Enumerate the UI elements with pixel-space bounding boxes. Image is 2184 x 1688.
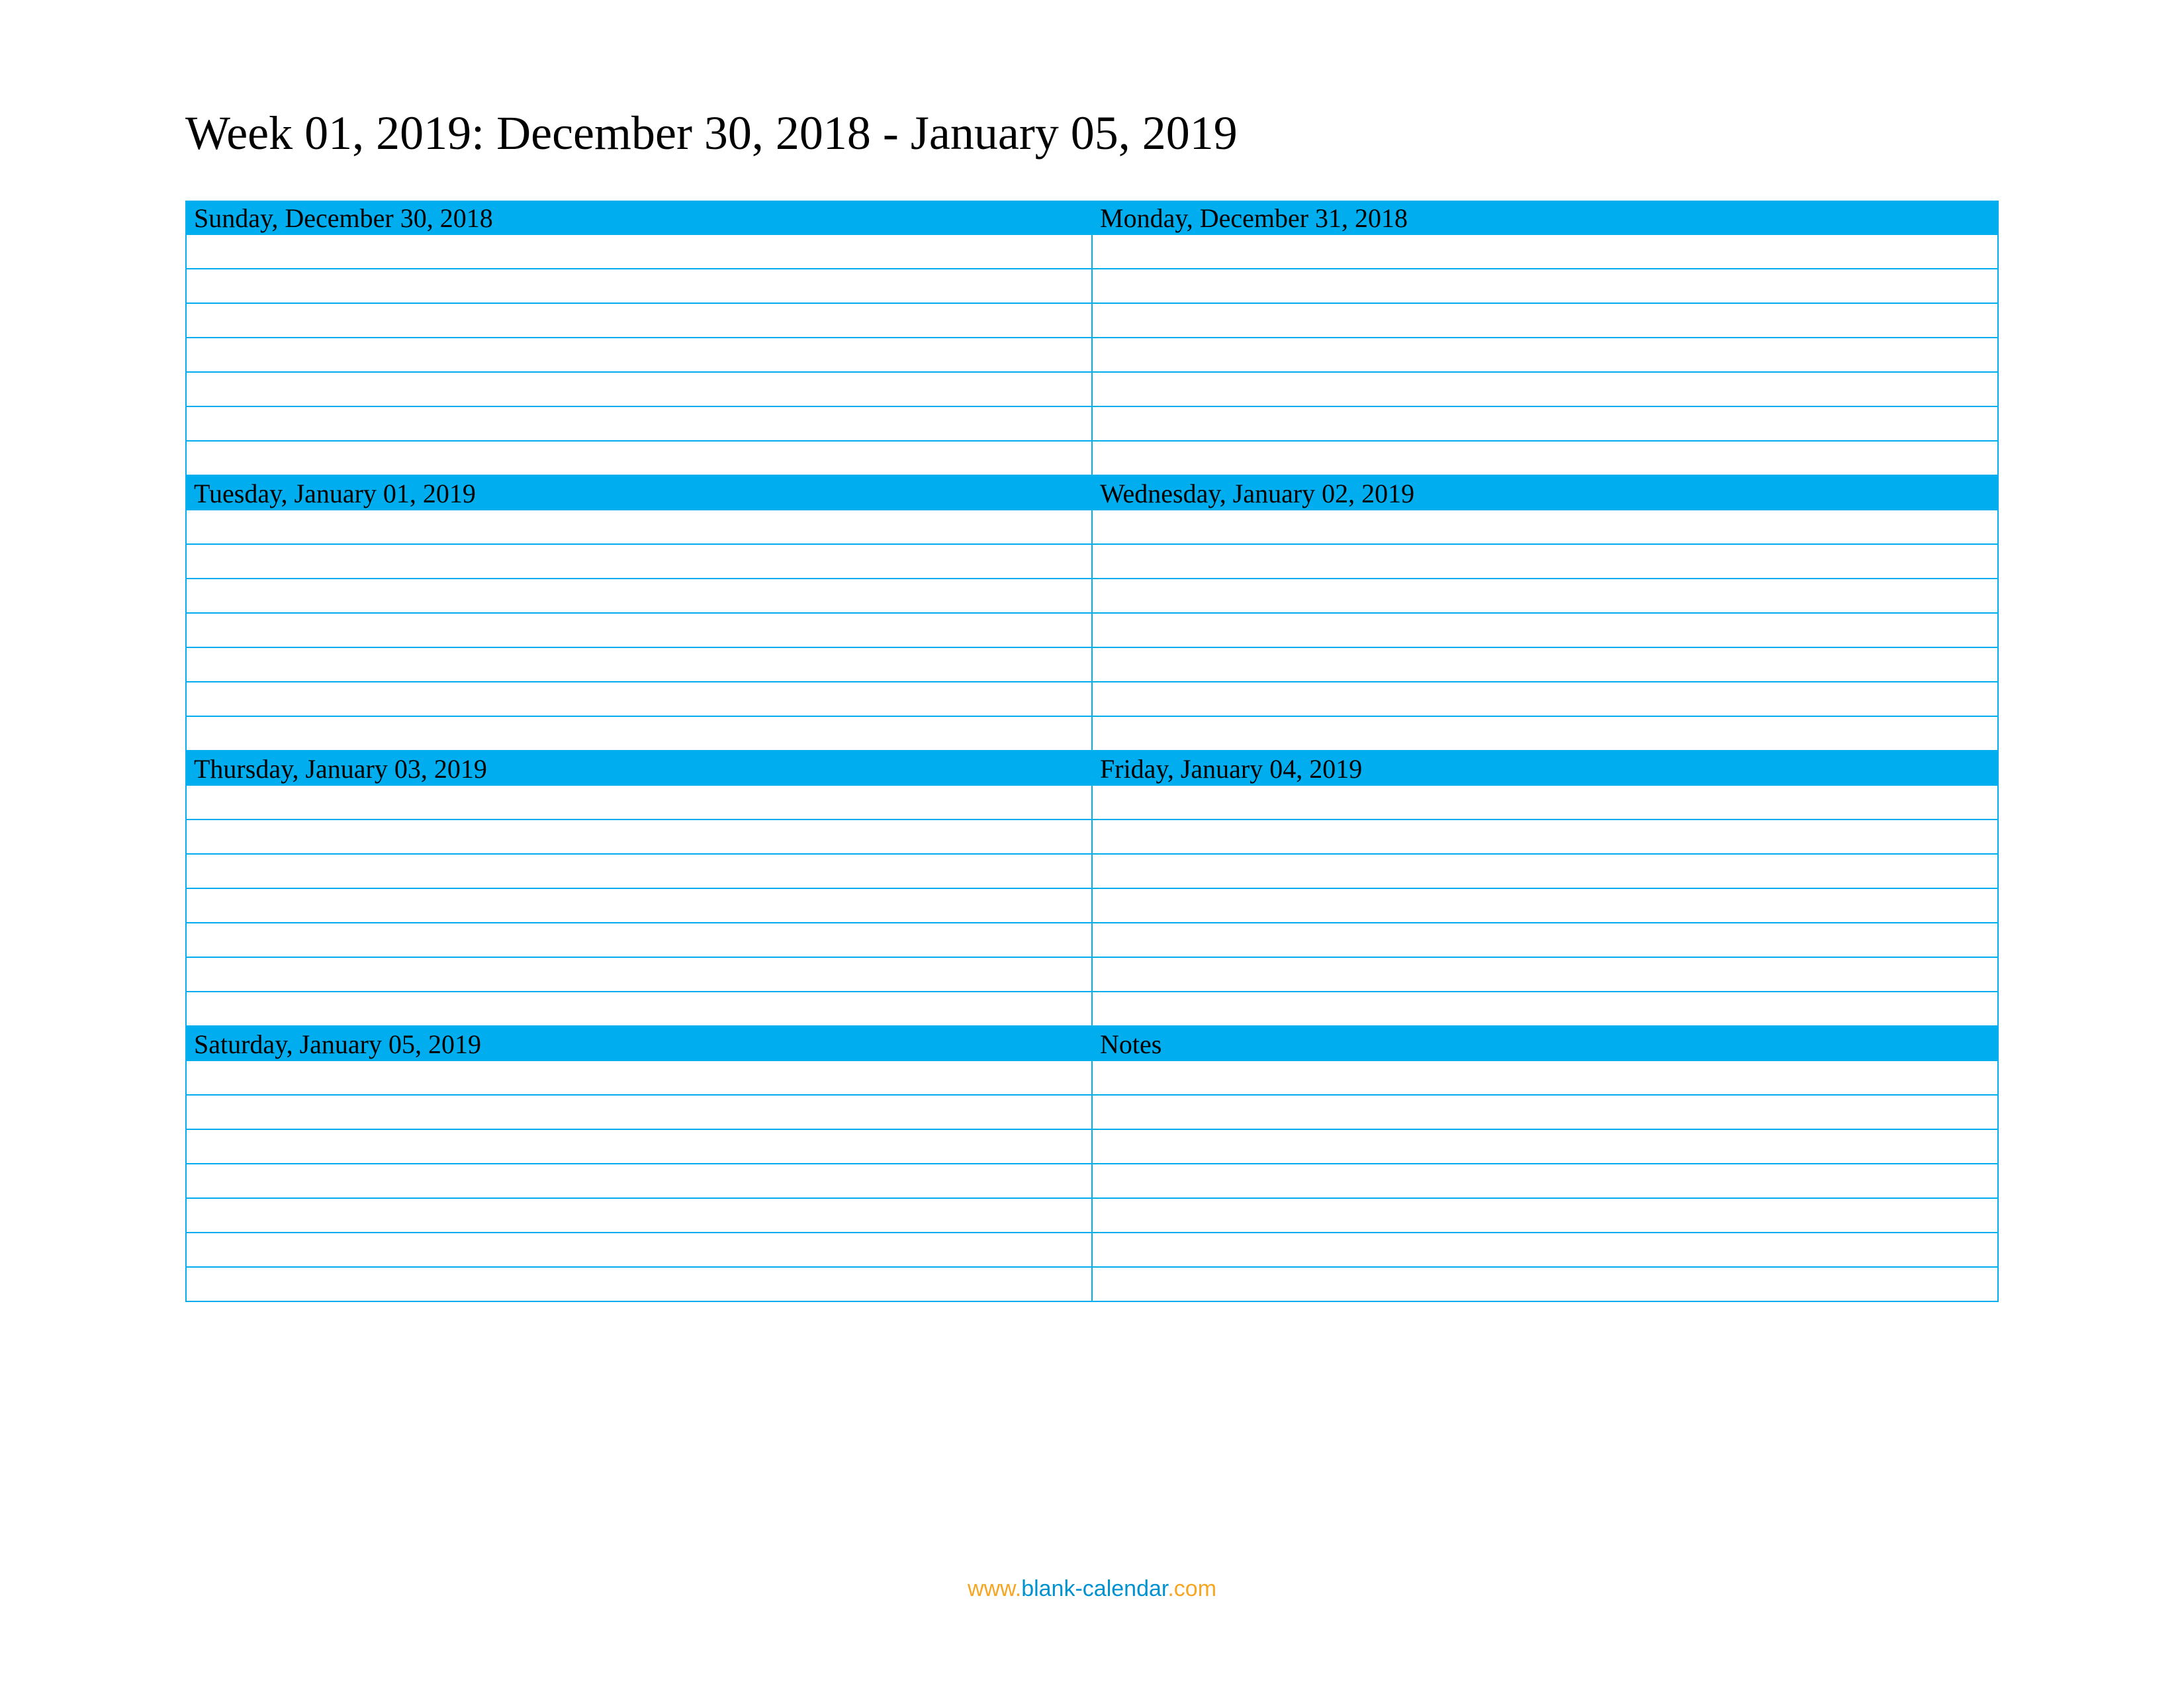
footer-url: www.blank-calendar.com	[0, 1576, 2184, 1602]
entry-row[interactable]	[185, 235, 1092, 269]
entry-row[interactable]	[1092, 1130, 1999, 1164]
day-block: Sunday, December 30, 2018	[185, 201, 1092, 476]
entry-row[interactable]	[1092, 269, 1999, 304]
entry-row[interactable]	[185, 648, 1092, 682]
day-block: Thursday, January 03, 2019	[185, 751, 1092, 1027]
entry-row[interactable]	[185, 614, 1092, 648]
entry-row[interactable]	[1092, 545, 1999, 579]
page-title: Week 01, 2019: December 30, 2018 - Janua…	[185, 106, 1999, 161]
day-block: Saturday, January 05, 2019	[185, 1027, 1092, 1302]
entry-row[interactable]	[1092, 992, 1999, 1027]
entry-row[interactable]	[185, 682, 1092, 717]
entry-row[interactable]	[185, 820, 1092, 855]
entry-row[interactable]	[1092, 820, 1999, 855]
entry-row[interactable]	[1092, 1164, 1999, 1199]
entry-row[interactable]	[185, 958, 1092, 992]
entry-row[interactable]	[185, 1199, 1092, 1233]
page-container: Week 01, 2019: December 30, 2018 - Janua…	[0, 0, 2184, 1302]
entry-row[interactable]	[1092, 889, 1999, 923]
entry-row[interactable]	[1092, 1199, 1999, 1233]
entry-row[interactable]	[185, 992, 1092, 1027]
entry-row[interactable]	[185, 269, 1092, 304]
entry-row[interactable]	[1092, 510, 1999, 545]
footer-domain: blank-calendar	[1021, 1576, 1167, 1601]
entry-row[interactable]	[185, 338, 1092, 373]
entry-row[interactable]	[1092, 923, 1999, 958]
entry-row[interactable]	[1092, 1096, 1999, 1130]
day-header: Tuesday, January 01, 2019	[185, 476, 1092, 510]
entry-row[interactable]	[1092, 304, 1999, 338]
entry-row[interactable]	[1092, 958, 1999, 992]
entry-row[interactable]	[1092, 855, 1999, 889]
day-block: Notes	[1092, 1027, 1999, 1302]
day-header: Friday, January 04, 2019	[1092, 751, 1999, 786]
entry-row[interactable]	[185, 545, 1092, 579]
entry-row[interactable]	[1092, 442, 1999, 476]
entry-row[interactable]	[185, 889, 1092, 923]
entry-row[interactable]	[185, 579, 1092, 614]
day-header: Monday, December 31, 2018	[1092, 201, 1999, 235]
entry-row[interactable]	[1092, 682, 1999, 717]
entry-row[interactable]	[185, 923, 1092, 958]
entry-row[interactable]	[1092, 579, 1999, 614]
day-header: Wednesday, January 02, 2019	[1092, 476, 1999, 510]
entry-row[interactable]	[1092, 614, 1999, 648]
entry-row[interactable]	[185, 1268, 1092, 1302]
day-block: Tuesday, January 01, 2019	[185, 476, 1092, 751]
footer-tld: .com	[1167, 1576, 1216, 1601]
entry-row[interactable]	[1092, 1061, 1999, 1096]
entry-row[interactable]	[185, 1061, 1092, 1096]
footer-www: www.	[968, 1576, 1021, 1601]
entry-row[interactable]	[185, 1164, 1092, 1199]
entry-row[interactable]	[185, 407, 1092, 442]
entry-row[interactable]	[185, 510, 1092, 545]
day-header: Sunday, December 30, 2018	[185, 201, 1092, 235]
entry-row[interactable]	[185, 373, 1092, 407]
entry-row[interactable]	[185, 1233, 1092, 1268]
day-block: Wednesday, January 02, 2019	[1092, 476, 1999, 751]
entry-row[interactable]	[1092, 373, 1999, 407]
entry-row[interactable]	[1092, 1268, 1999, 1302]
entry-row[interactable]	[1092, 717, 1999, 751]
entry-row[interactable]	[1092, 338, 1999, 373]
entry-row[interactable]	[1092, 786, 1999, 820]
day-header: Thursday, January 03, 2019	[185, 751, 1092, 786]
day-header: Saturday, January 05, 2019	[185, 1027, 1092, 1061]
entry-row[interactable]	[1092, 1233, 1999, 1268]
day-block: Friday, January 04, 2019	[1092, 751, 1999, 1027]
day-header: Notes	[1092, 1027, 1999, 1061]
entry-row[interactable]	[185, 855, 1092, 889]
entry-row[interactable]	[1092, 235, 1999, 269]
day-block: Monday, December 31, 2018	[1092, 201, 1999, 476]
entry-row[interactable]	[185, 786, 1092, 820]
entry-row[interactable]	[185, 304, 1092, 338]
calendar-grid: Sunday, December 30, 2018Monday, Decembe…	[185, 201, 1999, 1302]
entry-row[interactable]	[1092, 648, 1999, 682]
entry-row[interactable]	[1092, 407, 1999, 442]
entry-row[interactable]	[185, 717, 1092, 751]
entry-row[interactable]	[185, 1096, 1092, 1130]
entry-row[interactable]	[185, 1130, 1092, 1164]
entry-row[interactable]	[185, 442, 1092, 476]
